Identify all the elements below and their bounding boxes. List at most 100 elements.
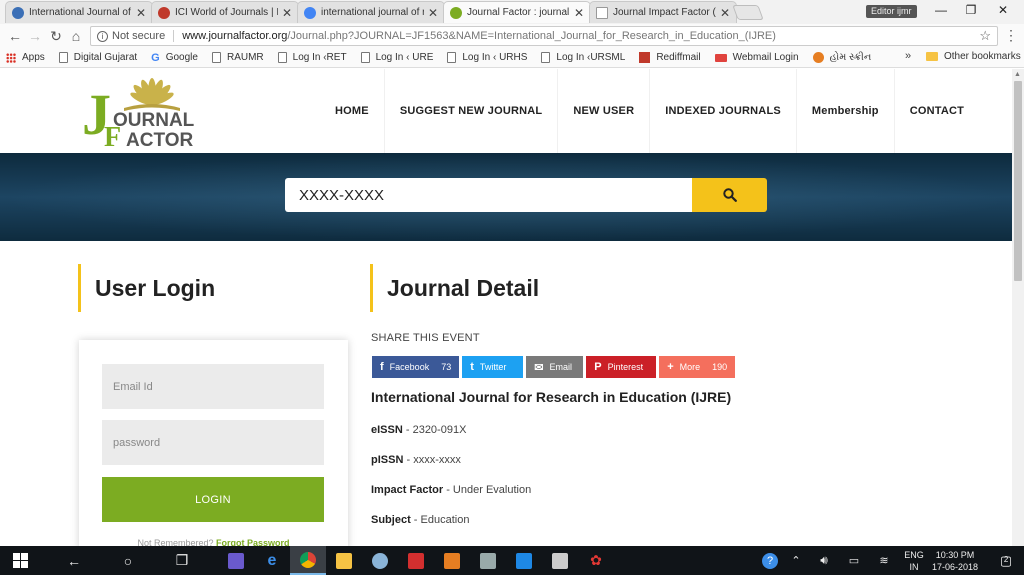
field-label: Subject — [371, 514, 411, 526]
detail-pissn: pISSN - xxxx-xxxx — [371, 454, 461, 466]
other-bookmarks[interactable]: Other bookmarks — [926, 51, 1021, 62]
bookmark-label: Apps — [22, 52, 45, 63]
installer-icon[interactable] — [434, 546, 470, 575]
scrollbar-thumb[interactable] — [1014, 81, 1022, 281]
wifi-icon[interactable]: ≋ — [870, 546, 898, 575]
close-tab-icon[interactable]: ✕ — [574, 6, 584, 20]
restore-icon[interactable]: ❐ — [956, 3, 986, 17]
minimize-icon[interactable]: — — [926, 3, 956, 17]
bookmark-star-icon[interactable]: ☆ — [979, 28, 991, 44]
browser-tab[interactable]: Journal Impact Factor (JI ✕ — [589, 1, 737, 23]
email-icon: ✉ — [534, 361, 544, 374]
calculator-icon[interactable] — [542, 546, 578, 575]
tab-label: ICI World of Journals | ICI — [175, 7, 278, 18]
bookmark-item[interactable]: Digital Gujarat — [58, 52, 137, 63]
close-tab-icon[interactable]: ✕ — [720, 6, 730, 20]
nav-new-user[interactable]: NEW USER — [558, 69, 651, 153]
nav-indexed-journals[interactable]: INDEXED JOURNALS — [650, 69, 797, 153]
page-icon — [541, 52, 551, 63]
system-clock[interactable]: 10:30 PM 17-06-2018 — [928, 549, 982, 573]
journal-search-input[interactable] — [285, 178, 692, 212]
journal-factor-logo[interactable]: J F OURNAL ACTOR — [80, 74, 215, 149]
browser-tab[interactable]: International Journal of R ✕ — [5, 1, 153, 23]
apps-grid-icon — [6, 52, 16, 63]
new-tab-button[interactable] — [732, 5, 764, 20]
bookmark-item[interactable]: RAUMR — [211, 52, 264, 63]
app-icon[interactable] — [470, 546, 506, 575]
close-tab-icon[interactable]: ✕ — [136, 6, 146, 20]
back-arrow-icon[interactable]: ← — [56, 546, 92, 575]
login-form: LOGIN Not Remembered? Forgot Password — [79, 340, 348, 550]
bookmark-label: Webmail Login — [732, 52, 799, 63]
browser-tab-active[interactable]: Journal Factor : journal N ✕ — [443, 1, 591, 23]
back-icon[interactable]: ← — [6, 28, 24, 44]
bookmark-item[interactable]: હોમ સ્ક્રીન — [812, 52, 872, 63]
game-icon[interactable]: ✿ — [578, 546, 614, 575]
edge-icon[interactable]: e — [254, 546, 290, 575]
bookmark-item[interactable]: Log In ‹RET — [277, 52, 347, 63]
bookmark-item[interactable]: Log In ‹ URE — [360, 52, 433, 63]
url-path: /Journal.php?JOURNAL=JF1563&NAME=Interna… — [287, 30, 776, 42]
battery-icon[interactable]: ▭ — [840, 546, 868, 575]
chrome-taskbar-icon[interactable] — [290, 546, 326, 575]
chrome-menu-icon[interactable]: ⋮ — [1004, 27, 1018, 44]
show-hidden-icons[interactable]: ⌃ — [782, 546, 810, 575]
bookmark-item[interactable]: Log In ‹ URHS — [447, 52, 527, 63]
password-field[interactable] — [102, 420, 324, 465]
detail-subject: Subject - Education — [371, 514, 470, 526]
input-language[interactable]: ENG IN — [903, 549, 925, 573]
share-pinterest-button[interactable]: P Pinterest — [586, 356, 657, 378]
search-button[interactable] — [692, 178, 767, 212]
home-icon[interactable]: ⌂ — [67, 28, 85, 44]
page-scrollbar[interactable]: ▲ — [1012, 69, 1024, 546]
close-window-icon[interactable]: ✕ — [988, 3, 1018, 17]
explorer-icon[interactable] — [326, 546, 362, 575]
reload-icon[interactable]: ↻ — [47, 28, 65, 45]
google-icon: G — [151, 51, 160, 64]
nav-membership[interactable]: Membership — [797, 69, 895, 153]
info-icon[interactable]: i — [97, 30, 108, 42]
journal-detail-heading: Journal Detail — [370, 264, 539, 312]
bookmark-apps[interactable]: Apps — [6, 52, 45, 63]
profile-button[interactable]: Editor ijmr — [866, 5, 917, 18]
share-facebook-button[interactable]: f Facebook 73 — [372, 356, 460, 378]
notification-count: 2 — [1003, 554, 1009, 564]
browser-tab[interactable]: international journal of re ✕ — [297, 1, 445, 23]
region-code: IN — [909, 562, 919, 572]
task-view-icon[interactable]: ❐ — [164, 546, 200, 575]
start-button[interactable] — [2, 546, 38, 575]
notifications-icon[interactable]: ▢ 2 — [988, 546, 1024, 575]
email-field[interactable] — [102, 364, 324, 409]
nav-home[interactable]: HOME — [320, 69, 385, 153]
file-manager-icon[interactable] — [218, 546, 254, 575]
bookmark-item[interactable]: Log In ‹URSML — [541, 52, 625, 63]
bookmark-label: RAUMR — [226, 52, 264, 63]
login-button[interactable]: LOGIN — [102, 477, 324, 522]
share-count: 190 — [712, 362, 728, 372]
windows-logo-icon — [12, 553, 28, 568]
address-bar[interactable]: i Not secure www.journalfactor.org/Journ… — [90, 26, 998, 46]
page-icon — [58, 52, 68, 63]
nav-suggest-new-journal[interactable]: SUGGEST NEW JOURNAL — [385, 69, 559, 153]
pdf-icon[interactable] — [398, 546, 434, 575]
cortana-icon[interactable]: ○ — [110, 546, 146, 575]
store-icon[interactable] — [506, 546, 542, 575]
volume-icon[interactable]: 🔊︎ — [810, 546, 838, 575]
forward-icon[interactable]: → — [26, 28, 44, 44]
share-more-button[interactable]: + More 190 — [659, 356, 736, 378]
browser-tab[interactable]: ICI World of Journals | ICI ✕ — [151, 1, 299, 23]
bookmark-item[interactable]: Webmail Login — [714, 52, 799, 63]
nav-contact[interactable]: CONTACT — [895, 69, 979, 153]
paint-icon[interactable] — [362, 546, 398, 575]
detail-impact-factor: Impact Factor - Under Evalution — [371, 484, 532, 496]
share-twitter-button[interactable]: t Twitter — [462, 356, 524, 378]
share-email-button[interactable]: ✉ Email — [526, 356, 584, 378]
bookmark-item[interactable]: Rediffmail — [639, 52, 701, 63]
close-tab-icon[interactable]: ✕ — [282, 6, 292, 20]
bookmarks-overflow-icon[interactable]: » — [905, 50, 911, 62]
scroll-up-icon[interactable]: ▲ — [1014, 71, 1021, 78]
close-tab-icon[interactable]: ✕ — [428, 6, 438, 20]
bookmark-item[interactable]: G Google — [151, 52, 198, 64]
bookmarks-bar: Apps Digital Gujarat G Google RAUMR Log I… — [0, 48, 1024, 68]
bookmark-label: હોમ સ્ક્રીન — [829, 52, 872, 63]
